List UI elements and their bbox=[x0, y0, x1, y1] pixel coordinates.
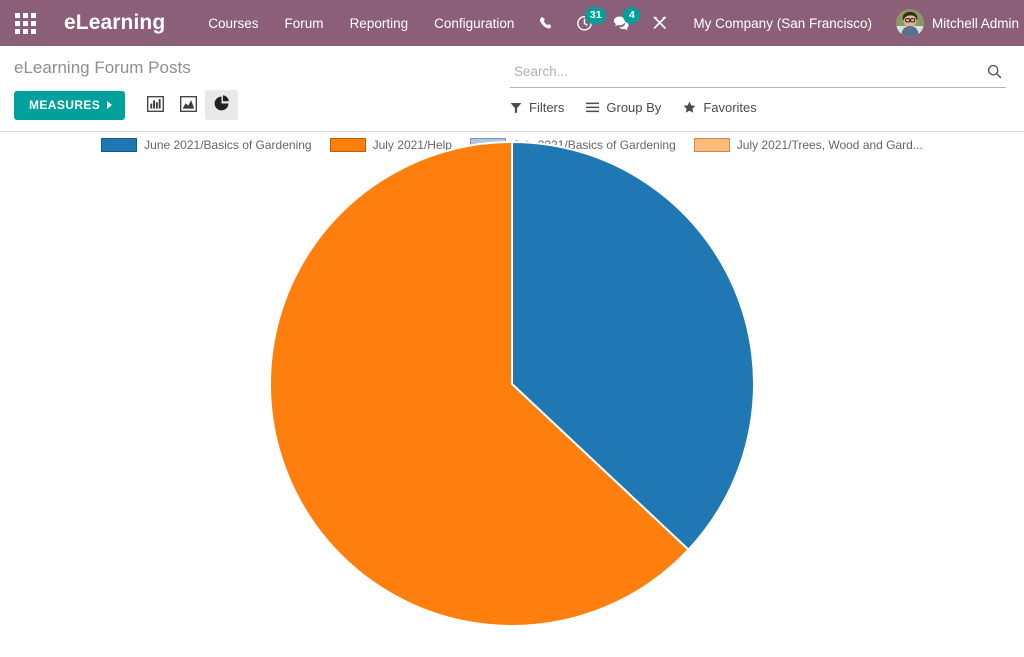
apps-grid-icon bbox=[15, 13, 36, 34]
bar-chart-icon bbox=[147, 96, 164, 115]
messages-chat-icon[interactable]: 4 bbox=[603, 6, 641, 40]
navbar-right-tools: 31 4 My Company (San Francisco) bbox=[527, 6, 1021, 40]
control-panel-left: eLearning Forum Posts MEASURES bbox=[0, 46, 500, 131]
filters-button-label: Filters bbox=[529, 100, 564, 115]
line-chart-icon bbox=[180, 96, 197, 115]
pie-chart-view: June 2021/Basics of Gardening July 2021/… bbox=[0, 132, 1024, 644]
menu-item-forum[interactable]: Forum bbox=[272, 10, 337, 37]
bar-chart-icon-button[interactable] bbox=[139, 90, 172, 120]
avatar bbox=[896, 9, 924, 37]
phone-icon[interactable] bbox=[527, 6, 565, 40]
hamburger-icon bbox=[586, 102, 599, 113]
pie-chart-canvas[interactable] bbox=[0, 132, 1024, 644]
line-chart-icon-button[interactable] bbox=[172, 90, 205, 120]
brand-elearning[interactable]: eLearning bbox=[64, 11, 165, 35]
caret-right-icon bbox=[107, 101, 112, 109]
messages-badge-count: 4 bbox=[623, 7, 640, 24]
pie-chart-svg bbox=[0, 132, 1024, 644]
group-by-button[interactable]: Group By bbox=[586, 100, 661, 115]
menu-item-courses[interactable]: Courses bbox=[195, 10, 271, 37]
favorites-button-label: Favorites bbox=[703, 100, 756, 115]
menu-item-reporting[interactable]: Reporting bbox=[337, 10, 422, 37]
measures-button-label: MEASURES bbox=[29, 99, 100, 112]
main-menu: Courses Forum Reporting Configuration bbox=[195, 10, 527, 37]
apps-menu-button[interactable] bbox=[8, 6, 42, 40]
control-panel-right: Filters Group By bbox=[500, 46, 1024, 126]
user-menu[interactable]: Mitchell Admin bbox=[882, 9, 1021, 37]
measures-button[interactable]: MEASURES bbox=[14, 91, 125, 120]
chart-type-toggle-group bbox=[139, 90, 238, 120]
search-bar bbox=[510, 58, 1006, 88]
activity-clock-icon[interactable]: 31 bbox=[565, 6, 603, 40]
funnel-icon bbox=[510, 102, 522, 114]
company-switcher[interactable]: My Company (San Francisco) bbox=[679, 10, 882, 37]
top-navbar: eLearning Courses Forum Reporting Config… bbox=[0, 0, 1024, 46]
pie-chart-icon-button[interactable] bbox=[205, 90, 238, 120]
filters-button[interactable]: Filters bbox=[510, 100, 564, 115]
view-controls: MEASURES bbox=[14, 90, 500, 131]
control-panel: eLearning Forum Posts MEASURES bbox=[0, 46, 1024, 132]
search-input[interactable] bbox=[512, 64, 984, 79]
developer-tools-icon[interactable] bbox=[641, 6, 679, 40]
pie-chart-icon bbox=[213, 95, 230, 115]
star-icon bbox=[683, 101, 696, 114]
search-dropdown-buttons: Filters Group By bbox=[510, 100, 1006, 126]
page-title: eLearning Forum Posts bbox=[14, 58, 500, 78]
menu-item-configuration[interactable]: Configuration bbox=[421, 10, 527, 37]
user-name: Mitchell Admin bbox=[932, 16, 1019, 31]
favorites-button[interactable]: Favorites bbox=[683, 100, 756, 115]
group-by-button-label: Group By bbox=[606, 100, 661, 115]
search-icon[interactable] bbox=[984, 61, 1004, 81]
